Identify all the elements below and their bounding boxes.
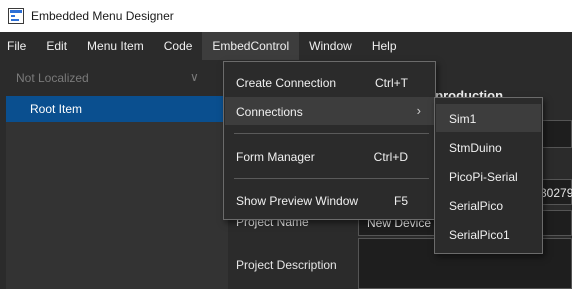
shortcut-label: Ctrl+T xyxy=(375,76,408,90)
menu-help[interactable]: Help xyxy=(362,32,407,60)
connection-item[interactable]: Sim1 xyxy=(436,104,541,132)
window-title: Embedded Menu Designer xyxy=(31,9,174,23)
menu-separator xyxy=(234,133,429,134)
chevron-right-icon: › xyxy=(416,103,421,118)
menu-item-label: Create Connection xyxy=(236,76,337,90)
menu-item-form-manager[interactable]: Form Manager Ctrl+D xyxy=(225,142,434,170)
field-partial-value: 30279 xyxy=(540,186,572,200)
shortcut-label: F5 xyxy=(393,194,408,208)
connection-item[interactable]: SerialPico1 xyxy=(436,220,541,248)
project-description-label: Project Description xyxy=(236,258,337,272)
menu-item-connections[interactable]: Connections › xyxy=(225,97,434,125)
connection-item[interactable]: StmDuino xyxy=(436,133,541,161)
menu-window[interactable]: Window xyxy=(299,32,362,60)
menu-embedcontrol[interactable]: EmbedControl xyxy=(202,32,300,60)
connection-item[interactable]: SerialPico xyxy=(436,191,541,219)
tree-item-root[interactable]: Root Item xyxy=(6,96,228,122)
shortcut-label: Ctrl+D xyxy=(373,150,408,164)
menu-item-create-connection[interactable]: Create Connection Ctrl+T xyxy=(225,68,434,96)
menu-item-label: Show Preview Window xyxy=(236,194,359,208)
menu-item-label: Form Manager xyxy=(236,150,315,164)
tree-item-label: Root Item xyxy=(30,102,83,116)
menu-tree[interactable]: Root Item xyxy=(6,96,228,289)
menu-item-show-preview-window[interactable]: Show Preview Window F5 xyxy=(225,186,434,214)
connection-label: Sim1 xyxy=(449,112,477,126)
locale-select-value: Not Localized xyxy=(16,71,89,85)
title-bar: Embedded Menu Designer xyxy=(0,0,572,33)
connection-item[interactable]: PicoPi-Serial xyxy=(436,162,541,190)
connection-label: PicoPi-Serial xyxy=(449,170,518,184)
menu-menu-item[interactable]: Menu Item xyxy=(77,32,154,60)
connection-label: SerialPico1 xyxy=(449,228,510,242)
menu-code[interactable]: Code xyxy=(154,32,203,60)
menu-separator xyxy=(234,178,429,179)
menu-bar: File Edit Menu Item Code EmbedControl Wi… xyxy=(0,32,572,60)
menu-edit[interactable]: Edit xyxy=(36,32,77,60)
menu-file[interactable]: File xyxy=(0,32,36,60)
connection-label: SerialPico xyxy=(449,199,504,213)
chevron-down-icon: ∨ xyxy=(190,70,199,84)
app-icon xyxy=(8,8,24,24)
embedcontrol-dropdown: Create Connection Ctrl+T Connections › F… xyxy=(223,61,436,220)
menu-item-label: Connections xyxy=(236,105,303,119)
connections-submenu: Sim1 StmDuino PicoPi-Serial SerialPico S… xyxy=(434,97,543,254)
locale-select[interactable]: Not Localized ∨ xyxy=(0,64,228,92)
connection-label: StmDuino xyxy=(449,141,502,155)
